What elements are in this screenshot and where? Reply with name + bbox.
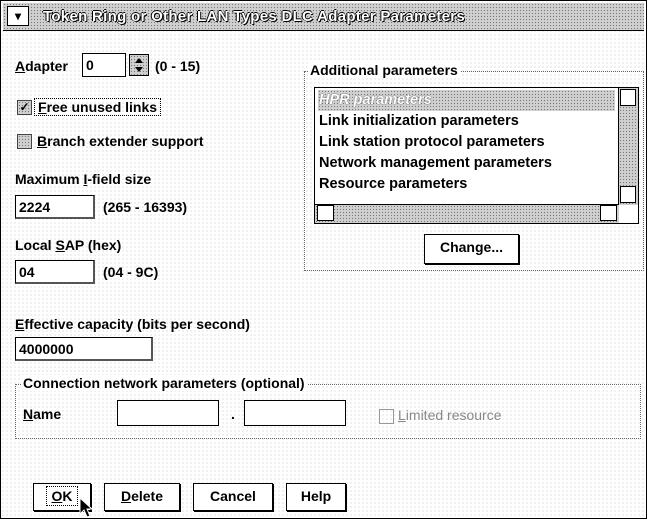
list-item-network-management[interactable]: Network management parameters [319,153,615,174]
list-item-link-initialization[interactable]: Link initialization parameters [319,111,615,132]
limited-resource-label[interactable]: Limited resource [398,407,502,423]
help-button[interactable]: Help [286,483,346,511]
mouse-pointer-icon [79,497,93,518]
title-bar[interactable]: ▾ Token Ring or Other LAN Types DLC Adap… [3,3,644,31]
window-title: Token Ring or Other LAN Types DLC Adapte… [43,8,466,25]
branch-extender-label[interactable]: Branch extender support [37,133,204,149]
scroll-up-arrow-icon[interactable] [620,89,636,106]
list-item-link-station-protocol[interactable]: Link station protocol parameters [319,132,615,153]
delete-button[interactable]: Delete [104,483,180,511]
local-sap-range: (04 - 9C) [103,264,159,280]
name-separator: . [231,406,235,422]
max-ifield-input[interactable]: 2224 [15,195,95,219]
scroll-right-arrow-icon[interactable] [600,205,617,221]
horizontal-scrollbar[interactable] [315,204,619,223]
max-ifield-label: Maximum I-field size [15,171,152,187]
name-label: Name [23,406,62,422]
list-item-hpr-parameters[interactable]: HPR parameters [319,90,615,111]
free-unused-links-label[interactable]: Free unused links [34,98,162,116]
scroll-down-arrow-icon[interactable] [620,186,636,203]
local-sap-label: Local SAP (hex) [15,237,122,253]
vertical-scrollbar[interactable] [618,88,638,205]
max-ifield-range: (265 - 16393) [103,199,188,215]
free-unused-links-checkbox[interactable]: ✓ [17,100,32,115]
adapter-range: (0 - 15) [155,58,201,74]
additional-parameters-listbox[interactable]: HPR parameters Link initialization param… [314,87,639,224]
effective-capacity-label: Effective capacity (bits per second) [15,316,250,332]
effective-capacity-input[interactable]: 4000000 [15,337,153,361]
name-input-2[interactable] [244,400,346,426]
adapter-label: Adapter [15,58,68,74]
change-button[interactable]: Change... [424,234,519,264]
connection-network-label: Connection network parameters (optional) [21,375,307,391]
dialog-window: ▾ Token Ring or Other LAN Types DLC Adap… [0,0,647,519]
limited-resource-checkbox[interactable] [379,409,394,424]
local-sap-input[interactable]: 04 [15,260,95,284]
branch-extender-checkbox[interactable] [17,134,32,149]
adapter-input[interactable]: 0 [82,53,126,77]
name-input-1[interactable] [117,400,219,426]
adapter-spin-button[interactable] [129,54,149,76]
scroll-left-arrow-icon[interactable] [317,205,334,221]
additional-parameters-label: Additional parameters [308,62,460,78]
system-menu-icon[interactable]: ▾ [7,6,29,26]
spin-arrows-icon [135,58,143,72]
cancel-button[interactable]: Cancel [193,483,273,511]
list-item-resource-parameters[interactable]: Resource parameters [319,174,615,195]
